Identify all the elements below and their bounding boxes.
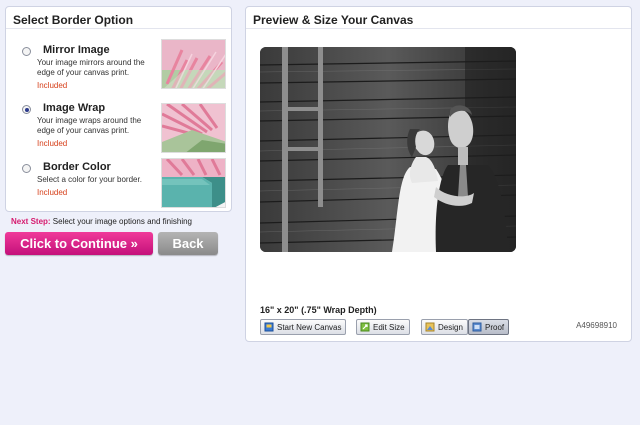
image-wrap-thumbnail <box>161 103 226 153</box>
option-border-color[interactable]: Border Color Select a color for your bor… <box>6 156 231 210</box>
start-new-label: Start New Canvas <box>277 323 342 332</box>
back-button[interactable]: Back <box>158 232 218 255</box>
option-title: Border Color <box>43 161 111 173</box>
edit-size-label: Edit Size <box>373 323 405 332</box>
next-step-text: Select your image options and finishing <box>52 217 192 226</box>
option-mirror-image[interactable]: Mirror Image Your image mirrors around t… <box>6 39 231 93</box>
option-included: Included <box>37 81 68 90</box>
canvas-size-label: 16" x 20" (.75" Wrap Depth) <box>260 305 377 315</box>
design-tab-button[interactable]: Design <box>421 319 468 335</box>
option-included: Included <box>37 188 68 197</box>
new-canvas-icon <box>264 322 274 332</box>
border-option-panel: Select Border Option Mirror Image Your i… <box>5 6 232 212</box>
canvas-preview-panel: Preview & Size Your Canvas 16" x 20" (.7… <box>245 6 632 342</box>
option-title: Image Wrap <box>43 102 106 114</box>
continue-button[interactable]: Click to Continue » <box>5 232 153 255</box>
border-color-thumbnail <box>161 158 226 208</box>
mirror-image-radio[interactable] <box>22 47 31 56</box>
canvas-preview-image <box>260 47 516 252</box>
canvas-preview-title: Preview & Size Your Canvas <box>246 7 631 29</box>
design-icon <box>425 322 435 332</box>
option-description: Your image wraps around the edge of your… <box>37 116 142 135</box>
border-option-title: Select Border Option <box>6 7 231 29</box>
option-description: Your image mirrors around the edge of yo… <box>37 58 145 77</box>
next-step-hint: Next Step: Select your image options and… <box>11 217 192 226</box>
order-id: A49698910 <box>576 321 617 330</box>
option-description: Select a color for your border. <box>37 175 142 184</box>
next-step-label: Next Step: <box>11 217 51 226</box>
resize-icon <box>360 322 370 332</box>
edit-size-button[interactable]: Edit Size <box>356 319 410 335</box>
image-wrap-radio[interactable] <box>22 105 31 114</box>
mirror-image-thumbnail <box>161 39 226 89</box>
border-color-radio[interactable] <box>22 164 31 173</box>
design-label: Design <box>438 323 463 332</box>
proof-icon <box>472 322 482 332</box>
proof-label: Proof <box>485 323 505 332</box>
option-image-wrap[interactable]: Image Wrap Your image wraps around the e… <box>6 97 231 153</box>
proof-tab-button[interactable]: Proof <box>468 319 510 335</box>
option-title: Mirror Image <box>43 44 110 56</box>
start-new-canvas-button[interactable]: Start New Canvas <box>260 319 347 335</box>
option-included: Included <box>37 139 68 148</box>
